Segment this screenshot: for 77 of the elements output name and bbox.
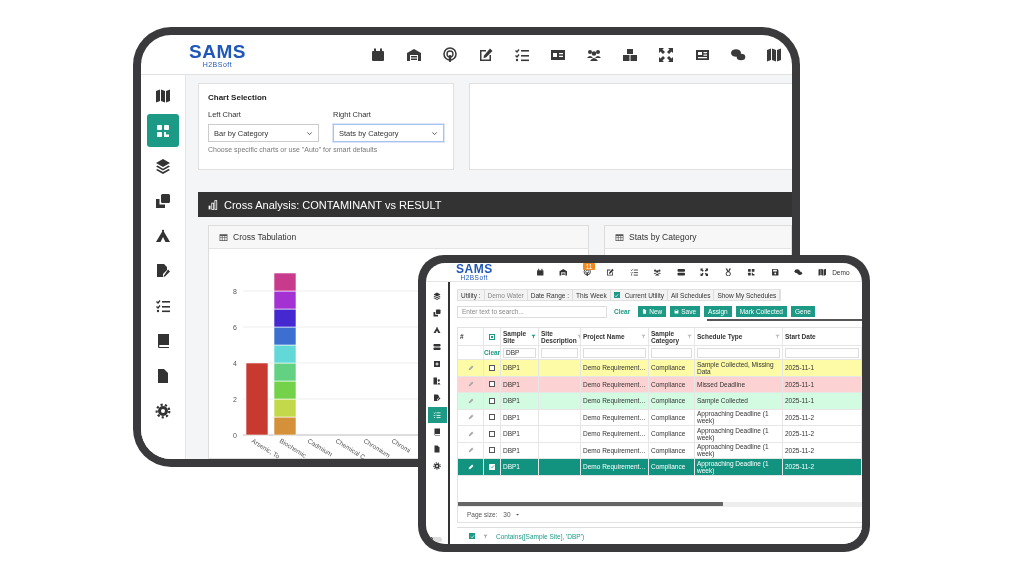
warehouse-icon[interactable]	[405, 46, 422, 63]
checklist-icon[interactable]	[629, 267, 639, 277]
check-icon	[469, 533, 475, 539]
filter-icon	[483, 533, 488, 539]
panel-title: Stats by Category	[629, 232, 697, 242]
calendar-icon[interactable]	[535, 267, 545, 277]
scrollbar-thumb[interactable]	[458, 502, 723, 506]
settings-icon	[155, 402, 171, 419]
row-checkbox[interactable]	[489, 381, 495, 388]
award-icon[interactable]	[723, 267, 733, 277]
card-title: Chart Selection	[208, 93, 268, 102]
row-checkbox[interactable]	[489, 414, 495, 421]
copy-icon	[433, 309, 441, 317]
column-filter-field[interactable]	[583, 347, 646, 358]
checklist-icon[interactable]	[513, 46, 530, 63]
panel-title: Cross Tabulation	[233, 232, 297, 242]
filter-icon[interactable]	[531, 334, 536, 339]
warehouse-icon[interactable]	[559, 267, 568, 277]
chevron-icon	[431, 129, 438, 137]
copy-icon	[155, 192, 171, 209]
map-icon	[155, 87, 171, 104]
checklist-icon	[433, 411, 441, 419]
book-icon	[155, 332, 171, 349]
column-filter-field[interactable]	[651, 347, 692, 358]
settings-icon	[433, 462, 441, 470]
row-checkbox[interactable]	[489, 430, 495, 437]
file-icon	[433, 445, 441, 453]
select-all-checkbox[interactable]	[489, 333, 495, 340]
caret-icon	[514, 512, 520, 517]
calendar-icon[interactable]	[369, 46, 386, 63]
logo-wordmark: SAMS	[189, 41, 246, 61]
layers-icon	[433, 292, 441, 300]
file-icon	[155, 367, 171, 384]
tent-icon	[155, 227, 171, 244]
podcast-icon[interactable]	[441, 46, 458, 63]
tent-icon	[433, 326, 441, 334]
row-checkbox[interactable]	[489, 397, 495, 404]
save-icon[interactable]	[770, 267, 780, 277]
table-icon	[615, 232, 624, 242]
signature-icon	[433, 394, 441, 402]
save-icon	[674, 309, 680, 314]
map-icon[interactable]	[765, 46, 782, 63]
column-filter-field[interactable]	[697, 347, 780, 358]
checkbox[interactable]	[613, 292, 620, 298]
row-checkbox[interactable]	[489, 447, 495, 454]
checklist-icon	[155, 297, 171, 314]
column-filter-field[interactable]	[785, 347, 859, 358]
grid-icon	[155, 122, 171, 139]
grid-icon[interactable]	[747, 267, 756, 277]
book-icon	[433, 428, 441, 436]
boxes-icon[interactable]	[621, 46, 638, 63]
row-checkbox[interactable]	[489, 364, 495, 371]
server-icon[interactable]	[676, 267, 686, 277]
logo-wordmark: SAMS	[456, 263, 493, 275]
table-icon	[219, 232, 228, 242]
file-icon	[642, 309, 648, 314]
expand-icon[interactable]	[700, 267, 709, 277]
check-icon	[614, 292, 620, 298]
expand-icon[interactable]	[657, 46, 674, 63]
users-icon[interactable]	[653, 267, 662, 277]
banner-title: Cross Analysis: CONTAMINANT vs RESULT	[224, 198, 442, 211]
chart-icon	[208, 199, 218, 210]
map-icon[interactable]	[817, 267, 827, 277]
filter-checkbox[interactable]	[469, 533, 475, 539]
podcast-icon[interactable]	[582, 267, 592, 277]
edit-icon[interactable]	[477, 46, 494, 63]
layers-icon	[155, 157, 171, 174]
building-icon	[433, 377, 441, 385]
comments-icon[interactable]	[729, 46, 746, 63]
pencil-icon[interactable]	[467, 463, 474, 470]
column-filter-field[interactable]	[541, 347, 578, 358]
server-icon	[433, 343, 441, 351]
comments-icon[interactable]	[794, 267, 803, 277]
chevron-icon	[306, 129, 313, 137]
signature-icon	[155, 262, 171, 279]
edit-icon[interactable]	[606, 267, 615, 277]
check-icon	[489, 464, 495, 470]
